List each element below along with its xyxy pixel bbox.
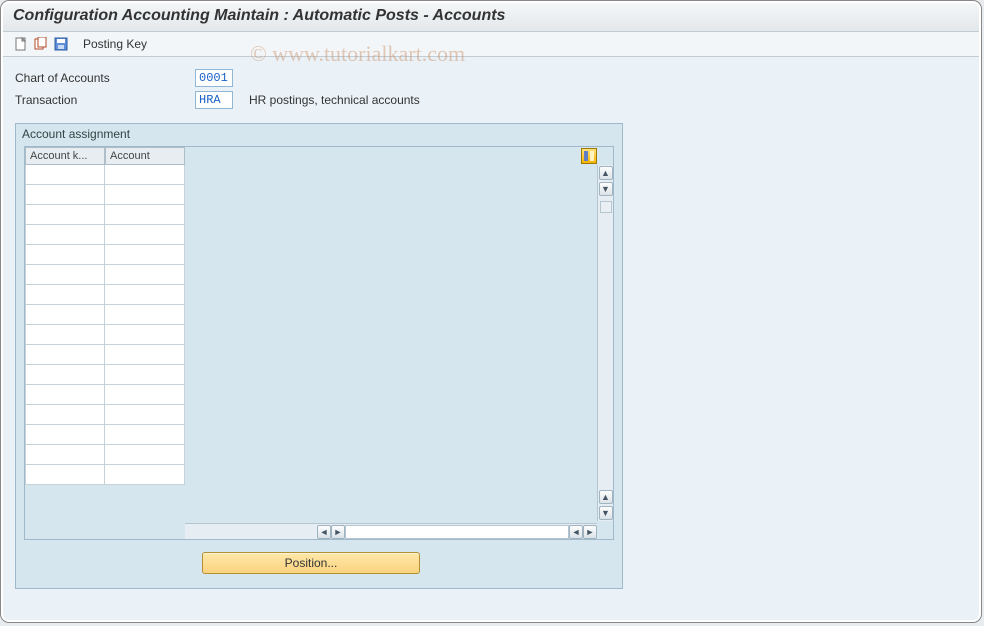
cell-account[interactable] [105, 245, 185, 265]
cell-account-key[interactable] [25, 405, 105, 425]
table-row[interactable] [25, 205, 185, 225]
table-config-icon[interactable] [581, 148, 597, 164]
new-doc-icon[interactable] [13, 36, 29, 52]
cell-account-key[interactable] [25, 285, 105, 305]
account-assignment-panel: Account assignment Account k... Account … [15, 123, 623, 589]
toolbar: Posting Key [3, 32, 979, 57]
hscroll-track[interactable] [345, 525, 569, 539]
table-row[interactable] [25, 225, 185, 245]
table-row[interactable] [25, 405, 185, 425]
cell-account[interactable] [105, 205, 185, 225]
cell-account-key[interactable] [25, 465, 105, 485]
scroll-up2-icon[interactable]: ▲ [599, 490, 613, 504]
chart-of-accounts-value: 0001 [195, 69, 233, 87]
cell-account-key[interactable] [25, 205, 105, 225]
table-row[interactable] [25, 365, 185, 385]
scroll-down-icon[interactable]: ▼ [599, 182, 613, 196]
transaction-value: HRA [195, 91, 233, 109]
cell-account[interactable] [105, 385, 185, 405]
table-row[interactable] [25, 445, 185, 465]
cell-account[interactable] [105, 225, 185, 245]
copy-doc-icon[interactable] [33, 36, 49, 52]
hscroll-right2-icon[interactable]: ► [583, 525, 597, 539]
table-row[interactable] [25, 245, 185, 265]
table-row[interactable] [25, 305, 185, 325]
cell-account-key[interactable] [25, 225, 105, 245]
table-row[interactable] [25, 165, 185, 185]
column-header-account[interactable]: Account [105, 147, 185, 165]
cell-account-key[interactable] [25, 245, 105, 265]
hscroll-left-icon[interactable]: ◄ [317, 525, 331, 539]
cell-account[interactable] [105, 265, 185, 285]
transaction-label: Transaction [15, 93, 195, 107]
horizontal-scrollbar[interactable]: ◄ ► ◄ ► [185, 523, 597, 539]
hscroll-right-icon[interactable]: ► [331, 525, 345, 539]
cell-account-key[interactable] [25, 325, 105, 345]
hscroll-left2-icon[interactable]: ◄ [569, 525, 583, 539]
transaction-desc: HR postings, technical accounts [249, 93, 420, 107]
cell-account[interactable] [105, 305, 185, 325]
table-row[interactable] [25, 285, 185, 305]
table-row[interactable] [25, 465, 185, 485]
cell-account-key[interactable] [25, 305, 105, 325]
cell-account[interactable] [105, 365, 185, 385]
cell-account-key[interactable] [25, 265, 105, 285]
table-row[interactable] [25, 425, 185, 445]
cell-account-key[interactable] [25, 165, 105, 185]
cell-account[interactable] [105, 445, 185, 465]
cell-account[interactable] [105, 405, 185, 425]
cell-account-key[interactable] [25, 425, 105, 445]
vertical-scrollbar[interactable]: ▲ ▼ ▲ ▼ [597, 165, 613, 521]
panel-title: Account assignment [16, 124, 622, 146]
save-icon[interactable] [53, 36, 69, 52]
table-row[interactable] [25, 385, 185, 405]
cell-account[interactable] [105, 185, 185, 205]
table-row[interactable] [25, 345, 185, 365]
account-table: Account k... Account [25, 147, 185, 539]
cell-account[interactable] [105, 465, 185, 485]
cell-account-key[interactable] [25, 365, 105, 385]
chart-of-accounts-label: Chart of Accounts [15, 71, 195, 85]
cell-account[interactable] [105, 325, 185, 345]
cell-account[interactable] [105, 285, 185, 305]
page-title: Configuration Accounting Maintain : Auto… [3, 3, 979, 32]
cell-account[interactable] [105, 425, 185, 445]
table-row[interactable] [25, 265, 185, 285]
posting-key-link[interactable]: Posting Key [83, 37, 147, 51]
scroll-thumb[interactable] [600, 201, 612, 213]
column-header-account-key[interactable]: Account k... [25, 147, 105, 165]
table-frame: Account k... Account ▲ ▼ ▲ ▼ [24, 146, 614, 540]
cell-account-key[interactable] [25, 385, 105, 405]
scroll-up-icon[interactable]: ▲ [599, 166, 613, 180]
cell-account[interactable] [105, 165, 185, 185]
table-body [25, 165, 185, 485]
cell-account-key[interactable] [25, 345, 105, 365]
cell-account[interactable] [105, 345, 185, 365]
cell-account-key[interactable] [25, 445, 105, 465]
table-row[interactable] [25, 185, 185, 205]
position-button[interactable]: Position... [202, 552, 420, 574]
cell-account-key[interactable] [25, 185, 105, 205]
table-row[interactable] [25, 325, 185, 345]
scroll-down2-icon[interactable]: ▼ [599, 506, 613, 520]
